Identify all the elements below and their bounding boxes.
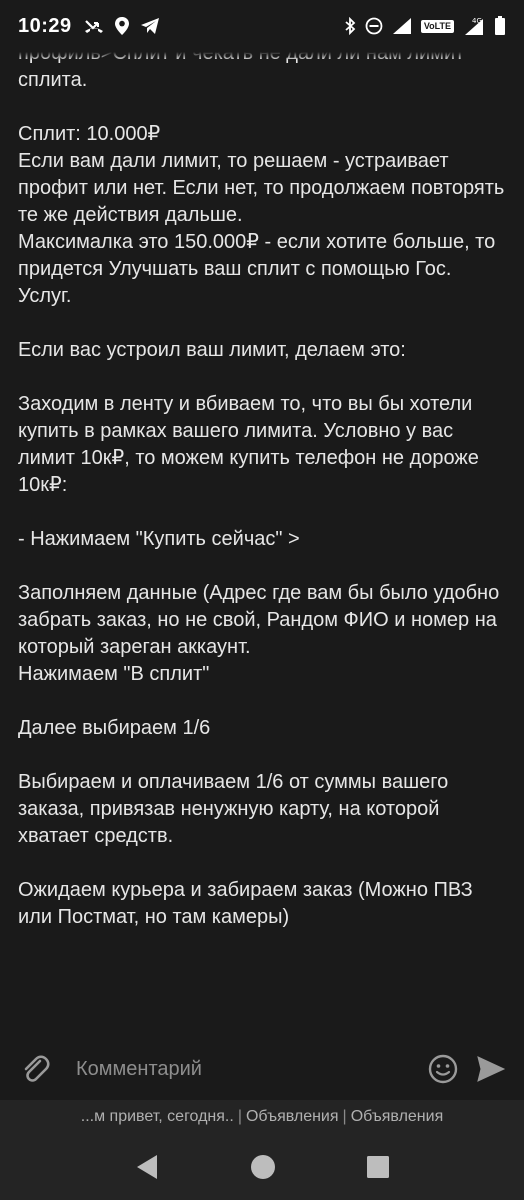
scroll-fade: [0, 52, 524, 60]
article-paragraph: Заполняем данные (Адрес где вам бы было …: [18, 582, 500, 685]
bluetooth-icon: [344, 17, 356, 35]
emoji-icon[interactable]: [428, 1054, 458, 1084]
tab-item[interactable]: Объявления: [351, 1108, 444, 1126]
tab-separator: |: [342, 1108, 347, 1125]
article-paragraph: Выбираем и оплачиваем 1/6 от суммы вашег…: [18, 771, 449, 847]
article-paragraph: - Нажимаем "Купить сейчас" >: [18, 528, 300, 550]
cellular-signal-icon: 4G: [463, 16, 485, 36]
telegram-icon: [140, 17, 160, 35]
article-paragraph: Заходим в ленту и вбиваем то, что вы бы …: [18, 393, 479, 496]
back-icon[interactable]: [135, 1154, 159, 1180]
wifi-signal-icon: [392, 17, 412, 35]
tab-item[interactable]: Объявления: [246, 1108, 339, 1126]
article-paragraph: Далее выбираем 1/6: [18, 717, 211, 739]
status-bar: 10:29 VoLTE 4G: [0, 0, 524, 52]
article-paragraph: Ожидаем курьера и забираем заказ (Можно …: [18, 879, 473, 928]
location-icon: [114, 16, 130, 36]
status-time: 10:29: [18, 14, 72, 37]
tabs-bar: ...м привет, сегодня.. | Объявления | Об…: [0, 1100, 524, 1134]
comment-input[interactable]: [76, 1057, 428, 1081]
send-icon[interactable]: [476, 1055, 506, 1083]
battery-icon: [494, 16, 506, 36]
comment-bar: [0, 1040, 524, 1098]
home-icon[interactable]: [250, 1154, 276, 1180]
do-not-disturb-icon: [365, 17, 383, 35]
tab-separator: |: [237, 1108, 242, 1125]
attach-icon[interactable]: [18, 1052, 52, 1086]
recents-icon[interactable]: [366, 1156, 389, 1178]
missed-call-icon: [84, 18, 104, 34]
article-paragraph: Сплит: 10.000₽ Если вам дали лимит, то р…: [18, 123, 505, 307]
post-content[interactable]: профиль>Сплит и чекать не дали ли нам ли…: [0, 52, 524, 1040]
tab-item[interactable]: ...м привет, сегодня..: [81, 1108, 234, 1126]
volte-badge: VoLTE: [420, 19, 454, 33]
article-paragraph: Если вас устроил ваш лимит, делаем это:: [18, 339, 406, 361]
status-system-icons: VoLTE 4G: [344, 16, 506, 36]
system-navigation-bar: [0, 1134, 524, 1200]
status-notification-icons: [84, 16, 160, 36]
article-text: профиль>Сплит и чекать не дали ли нам ли…: [18, 52, 510, 931]
